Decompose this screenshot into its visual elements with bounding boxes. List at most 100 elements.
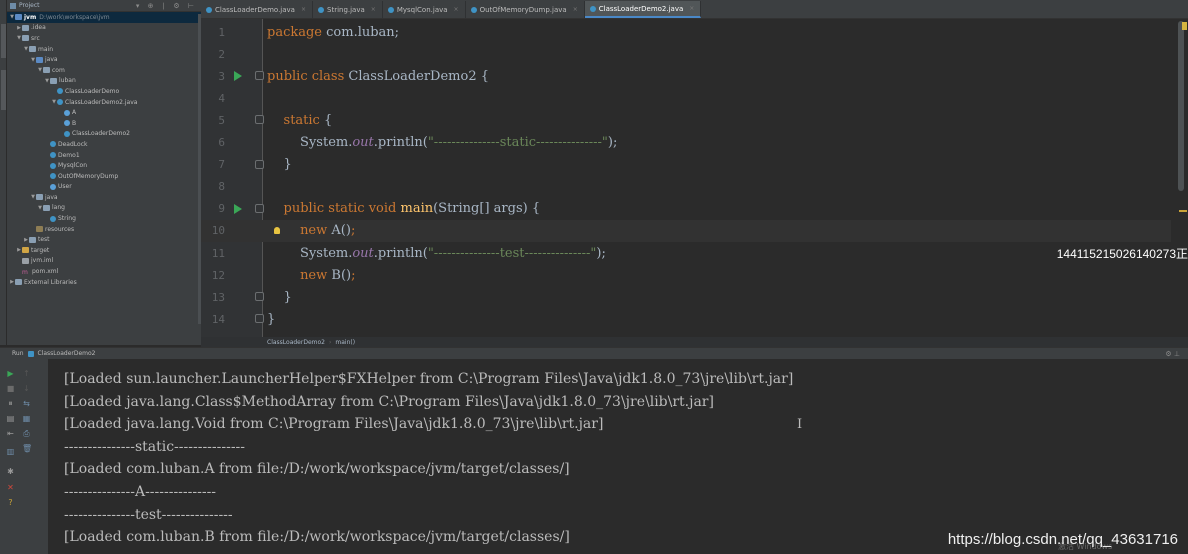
tree-item[interactable]: User — [7, 182, 201, 193]
close-tab-icon[interactable]: × — [573, 6, 578, 13]
editor-tab[interactable]: MysqlCon.java × — [383, 1, 466, 18]
close-tab-icon[interactable]: × — [454, 6, 459, 13]
code-line[interactable]: 9 public static void main(String[] args)… — [201, 198, 1171, 220]
console-line: [Loaded java.lang.Void from C:\Program F… — [64, 416, 604, 433]
gear-icon[interactable]: ⚙ ⊥ — [1165, 350, 1180, 358]
print-icon[interactable]: ⎙ — [22, 429, 31, 438]
code-token: .println( — [373, 245, 428, 261]
scroll-to-end-icon[interactable]: ▦ — [22, 414, 31, 423]
fold-icon[interactable] — [255, 115, 264, 125]
structure-tool-tab[interactable] — [1, 70, 6, 110]
code-line[interactable]: 4 — [201, 87, 1171, 109]
breadcrumb-class[interactable]: ClassLoaderDemo2 — [267, 339, 325, 346]
fold-icon[interactable] — [255, 314, 264, 324]
dump-threads-icon[interactable]: ▤ — [6, 414, 15, 423]
close-icon[interactable]: ✕ — [6, 483, 15, 492]
editor-tab[interactable]: OutOfMemoryDump.java × — [466, 1, 585, 18]
tree-item[interactable]: ClassLoaderDemo2 — [7, 129, 201, 140]
panel-settings-icon[interactable]: ▾ ⊕ ∣ ⚙ ⊢ — [136, 2, 197, 10]
run-config-name[interactable]: ClassLoaderDemo2 — [38, 350, 96, 357]
tree-item[interactable]: ▶ External Libraries — [7, 277, 201, 288]
code-line[interactable]: 12 new B(); — [201, 264, 1171, 286]
code-token: public class — [267, 68, 349, 84]
project-panel-header: Project ▾ ⊕ ∣ ⚙ ⊢ — [7, 0, 201, 12]
code-line[interactable]: 13 } — [201, 286, 1171, 308]
tree-item[interactable]: ▼ luban — [7, 76, 201, 87]
run-tab-label[interactable]: Run — [12, 350, 24, 357]
code-line[interactable]: 1 package com.luban; — [201, 21, 1171, 43]
tree-item-label: String — [58, 215, 76, 223]
tree-item[interactable]: ClassLoaderDemo — [7, 86, 201, 97]
run-gutter-icon[interactable] — [234, 71, 242, 82]
code-text: System.out.println("---------------stati… — [267, 135, 617, 150]
close-tab-icon[interactable]: × — [689, 5, 694, 12]
code-line[interactable]: 8 — [201, 176, 1171, 198]
code-editor[interactable]: 1 package com.luban; 2 3 public class ClassL… — [201, 19, 1188, 337]
tree-item[interactable]: ▼ lang — [7, 203, 201, 214]
stop-icon[interactable]: ■ — [6, 384, 15, 393]
scroll-down-icon[interactable]: ↓ — [22, 384, 31, 393]
tree-item[interactable]: ▼ src — [7, 33, 201, 44]
tree-item[interactable]: ▶ .idea — [7, 23, 201, 34]
editor-tab[interactable]: ClassLoaderDemo.java × — [201, 1, 313, 18]
tree-item[interactable]: jvm.iml — [7, 256, 201, 267]
project-tool-tab[interactable] — [1, 24, 6, 58]
code-line[interactable]: 2 — [201, 43, 1171, 65]
tree-item[interactable]: String — [7, 213, 201, 224]
warning-marker[interactable] — [1182, 22, 1187, 30]
exit-icon[interactable]: ▥ — [6, 447, 15, 456]
tree-item[interactable]: ▼ main — [7, 44, 201, 55]
code-line[interactable]: 7 } — [201, 154, 1171, 176]
fold-icon[interactable] — [255, 71, 264, 81]
code-line[interactable]: 14} — [201, 308, 1171, 330]
code-token: System. — [267, 245, 353, 261]
code-line[interactable]: 5 static { — [201, 109, 1171, 131]
tree-item[interactable]: ▼ java — [7, 54, 201, 65]
code-line[interactable]: 6 System.out.println("---------------sta… — [201, 132, 1171, 154]
soft-wrap-icon[interactable]: ⇆ — [22, 399, 31, 408]
tree-item[interactable]: MysqlCon — [7, 160, 201, 171]
pin-icon[interactable]: ✱ — [6, 467, 15, 476]
tree-item[interactable]: ▶ target — [7, 245, 201, 256]
tree-item[interactable]: m pom.xml — [7, 266, 201, 277]
console-output[interactable]: I 激活 Windows https://blog.csdn.net/qq_43… — [48, 359, 1188, 554]
tree-item[interactable]: ▼ jvm D:\work\workspace\jvm — [7, 12, 201, 23]
restore-layout-icon[interactable]: ⇤ — [6, 429, 15, 438]
tree-item-label: ClassLoaderDemo — [65, 87, 120, 95]
editor-tab[interactable]: ClassLoaderDemo2.java × — [584, 1, 702, 18]
tree-item[interactable]: ▼ java — [7, 192, 201, 203]
pause-icon[interactable]: ⏸ — [6, 399, 15, 408]
folder-icon — [43, 204, 50, 211]
close-tab-icon[interactable]: × — [371, 6, 376, 13]
left-tool-window-strip[interactable] — [0, 0, 7, 345]
tree-item[interactable]: A — [7, 107, 201, 118]
tree-item[interactable]: DeadLock — [7, 139, 201, 150]
project-panel-title[interactable]: Project — [19, 2, 40, 9]
clear-all-icon[interactable]: 🗑 — [22, 444, 32, 453]
scroll-up-icon[interactable]: ↑ — [22, 369, 31, 378]
rerun-icon[interactable]: ▶ — [6, 369, 15, 378]
code-line[interactable]: 3 public class ClassLoaderDemo2 { — [201, 65, 1171, 87]
editor-tab[interactable]: String.java × — [313, 1, 383, 18]
code-token: new — [300, 223, 332, 239]
tree-item[interactable]: OutOfMemoryDump — [7, 171, 201, 182]
breadcrumb-method[interactable]: main() — [335, 339, 355, 346]
tree-item[interactable]: Demo1 — [7, 150, 201, 161]
code-line[interactable]: 11 System.out.println("---------------te… — [201, 242, 1171, 264]
fold-icon[interactable] — [255, 292, 264, 302]
tree-item[interactable]: ▼ com — [7, 65, 201, 76]
editor-scrollbar[interactable] — [1178, 21, 1184, 191]
run-gutter-icon[interactable] — [234, 203, 242, 214]
fold-icon[interactable] — [255, 159, 264, 169]
line-number: 12 — [211, 268, 225, 282]
error-stripe-marker[interactable] — [1179, 210, 1187, 212]
help-icon[interactable]: ? — [6, 498, 15, 507]
close-tab-icon[interactable]: × — [301, 6, 306, 13]
tree-item-label: .idea — [31, 24, 46, 32]
tree-item[interactable]: resources — [7, 224, 201, 235]
tree-item[interactable]: ▼ ClassLoaderDemo2.java — [7, 97, 201, 108]
fold-icon[interactable] — [255, 203, 264, 213]
tree-item[interactable]: ▶ test — [7, 234, 201, 245]
tree-item[interactable]: B — [7, 118, 201, 129]
code-line[interactable]: 10 new A(); — [201, 219, 1171, 242]
